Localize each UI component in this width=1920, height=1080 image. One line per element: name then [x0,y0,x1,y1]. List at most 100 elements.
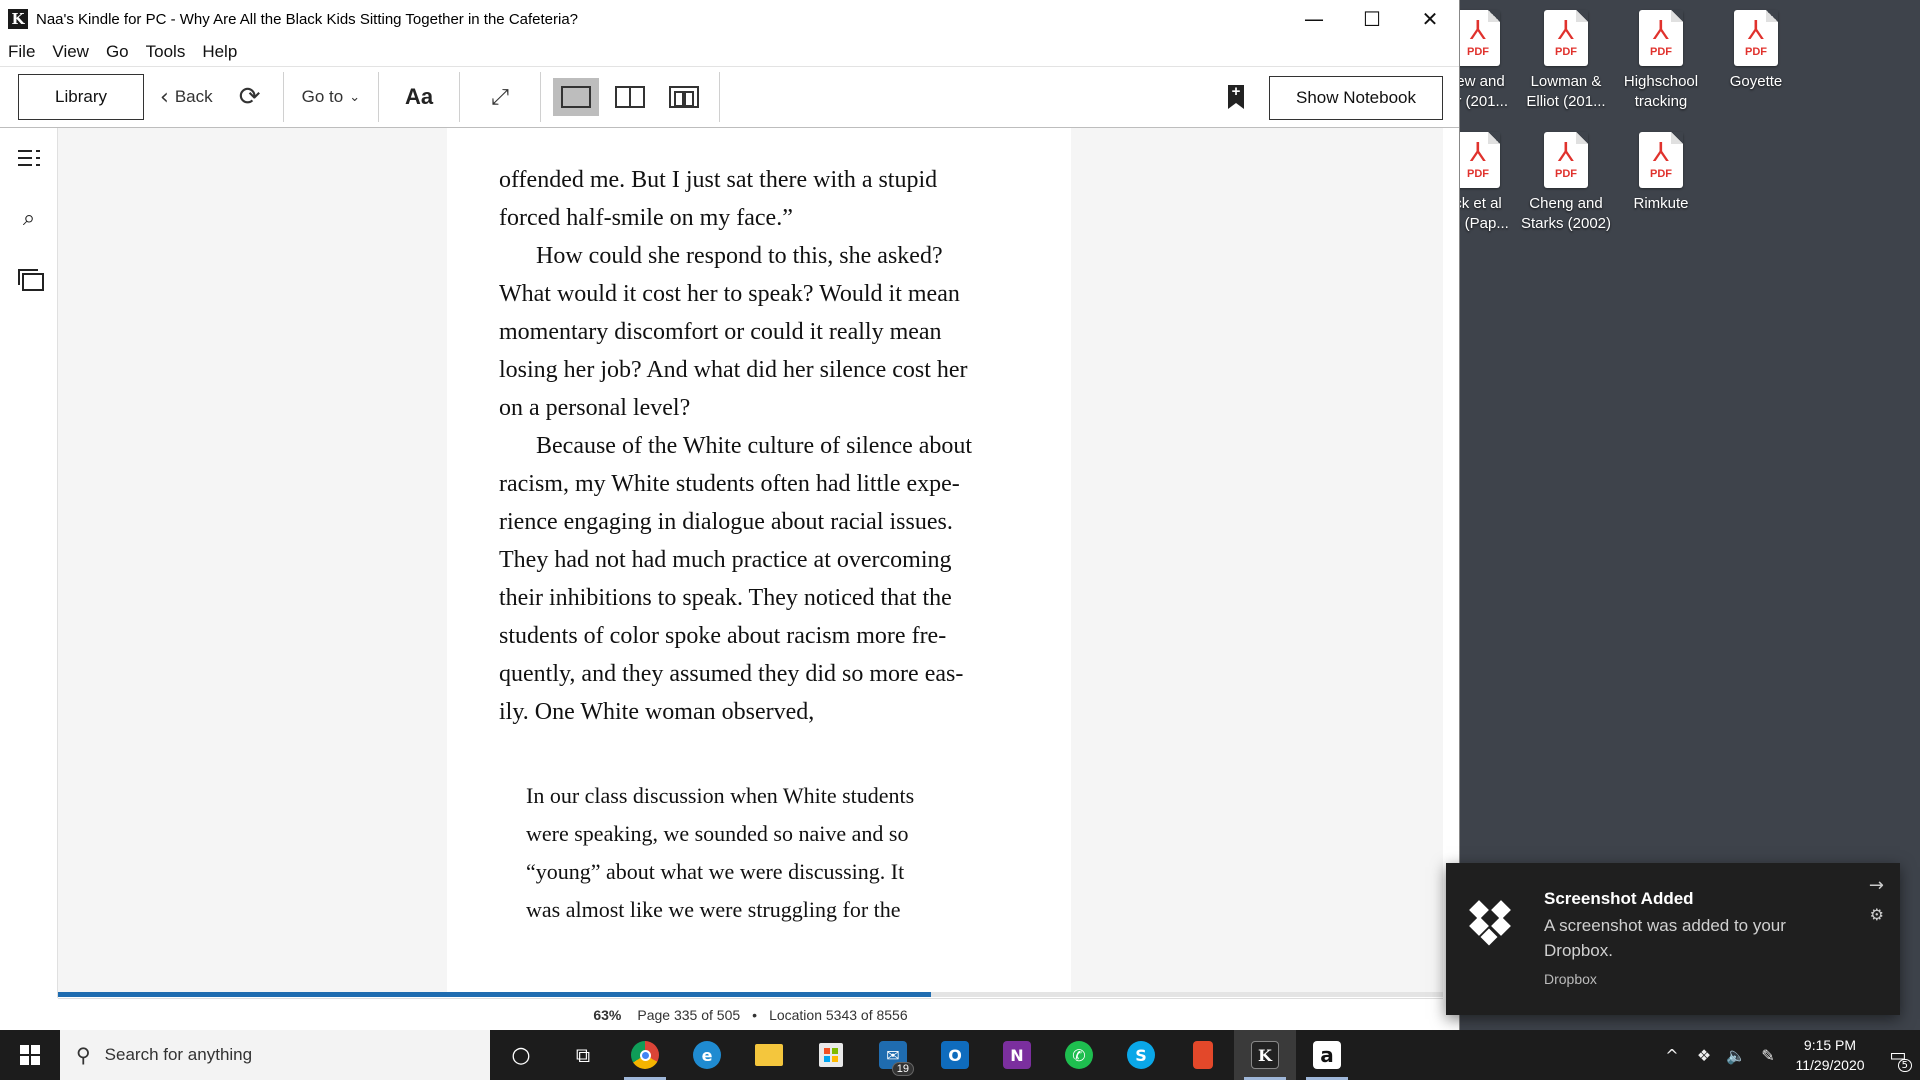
task-view-button[interactable]: ⧉ [552,1030,614,1080]
fullscreen-icon[interactable]: ⤢ [468,74,532,120]
maximize-button[interactable]: ☐ [1343,0,1401,38]
taskbar-app-edge[interactable]: e [676,1030,738,1080]
taskbar-app-whatsapp[interactable]: ✆ [1048,1030,1110,1080]
notification-title: Screenshot Added [1544,889,1694,908]
book-text-line: students of color spoke about racism mor… [499,623,947,649]
kindle-icon: K [1251,1041,1279,1069]
font-settings-button[interactable]: Aa [387,74,451,120]
desktop-icon-pdf[interactable]: ⅄ PDF Highschool tracking [1615,2,1707,112]
sync-icon[interactable]: ⟳ [225,74,275,120]
add-bookmark-button[interactable] [1225,83,1247,113]
skype-icon: S [1127,1041,1155,1069]
search-icon: ⚲ [76,1043,91,1067]
library-button[interactable]: Library [18,74,144,120]
taskbar-app-skype[interactable]: S [1110,1030,1172,1080]
status-bar: 63% Page 335 of 505 • Location 5343 of 8… [58,998,1443,1030]
gear-icon[interactable]: ⚙ [1870,905,1884,924]
taskbar-app-outlook[interactable]: O [924,1030,986,1080]
dropbox-tray-icon[interactable]: ❖ [1688,1046,1720,1065]
taskbar-app-mail[interactable]: ✉ 19 [862,1030,924,1080]
menu-go[interactable]: Go [106,42,129,62]
clock[interactable]: 9:15 PM 11/29/2020 [1784,1035,1876,1075]
show-notebook-button[interactable]: Show Notebook [1269,76,1443,120]
chevron-down-icon: ⌄ [349,89,361,105]
bookmark-icon [1228,85,1244,109]
book-text-line: How could she respond to this, she asked… [536,243,943,269]
menu-tools[interactable]: Tools [146,42,186,62]
pen-workspace-icon[interactable]: ✎ [1752,1046,1784,1065]
book-text-line: on a personal level? [499,395,691,421]
clock-time: 9:15 PM [1803,1037,1857,1053]
start-button[interactable] [0,1030,60,1080]
cortana-button[interactable]: ○ [490,1030,552,1080]
block-quote-line: were speaking, we sounded so naive and s… [526,821,909,846]
desktop-icon-pdf[interactable]: ⅄ PDF Cheng and Starks (2002) [1520,124,1612,234]
toolbar-divider [459,72,461,122]
dropbox-notification[interactable]: Screenshot Added A screenshot was added … [1446,863,1900,1015]
menu-view[interactable]: View [52,42,89,62]
kindle-window: K Naa's Kindle for PC - Why Are All the … [0,0,1460,1030]
flashcards-button[interactable] [0,248,58,308]
menu-file[interactable]: File [8,42,35,62]
pdf-file-icon: ⅄ PDF [1456,10,1500,66]
reading-progress-bar[interactable] [58,992,1443,997]
title-bar[interactable]: K Naa's Kindle for PC - Why Are All the … [0,0,1459,38]
close-button[interactable]: ✕ [1401,0,1459,38]
side-rail: ⌕ [0,128,58,998]
windows-logo-icon [20,1045,40,1065]
book-text-line: ily. One White woman observed, [499,699,815,725]
back-label: Back [174,87,213,106]
taskbar-app-office[interactable] [1172,1030,1234,1080]
desktop-icon-pdf[interactable]: ⅄ PDF Goyette [1710,2,1802,92]
block-quote-line: In our class discussion when White stude… [526,783,915,808]
book-page[interactable]: offended me. But I just sat there with a… [447,128,1071,992]
reading-progress-fill [58,992,931,997]
single-page-view-button[interactable] [553,78,600,116]
desktop-icon-label: Cheng and [1529,195,1603,212]
page-flip-icon [669,86,700,108]
search-icon: ⌕ [22,205,36,231]
back-button[interactable]: ‹ Back [156,74,225,120]
page-indicator[interactable]: Page 335 of 505 [637,1007,740,1023]
table-of-contents-button[interactable] [0,128,58,188]
action-center-button[interactable]: ▭ 5 [1876,1045,1920,1072]
pdf-file-icon: ⅄ PDF [1639,10,1683,66]
minimize-button[interactable]: — [1285,0,1343,38]
location-indicator[interactable]: Location 5343 of 8556 [769,1007,908,1023]
volume-icon[interactable]: 🔈 [1720,1046,1752,1065]
taskbar-app-chrome[interactable] [614,1030,676,1080]
book-text-line: What would it cost her to speak? Would i… [499,281,960,307]
search-button[interactable]: ⌕ [0,188,58,248]
book-text-line: They had not had much practice at overco… [499,547,952,573]
desktop-icon-pdf[interactable]: ⅄ PDF Lowman & Elliot (201... [1520,2,1612,112]
taskbar-app-store[interactable] [800,1030,862,1080]
notification-source: Dropbox [1544,971,1597,987]
book-text-line: forced half-smile on my face.” [499,205,793,231]
pdf-file-icon: ⅄ PDF [1734,10,1778,66]
window-title: Naa's Kindle for PC - Why Are All the Bl… [36,10,579,28]
task-view-icon: ⧉ [575,1043,591,1067]
taskbar-app-amazon[interactable]: a [1296,1030,1358,1080]
arrow-right-icon[interactable]: → [1869,875,1884,896]
toolbar-divider [378,72,380,122]
goto-button[interactable]: Go to ⌄ [292,74,371,120]
page-flip-view-button[interactable] [661,78,707,116]
book-text-line: losing her job? And what did her silence… [499,357,968,383]
toolbar: Library ‹ Back ⟳ Go to ⌄ Aa ⤢ Show Noteb… [0,66,1459,128]
pdf-file-icon: ⅄ PDF [1544,132,1588,188]
show-hidden-icons-button[interactable]: ^ [1656,1046,1688,1065]
flashcards-icon [18,269,44,291]
taskbar-search-input[interactable]: ⚲ Search for anything [60,1030,490,1080]
taskbar-app-kindle[interactable]: K [1234,1030,1296,1080]
menu-help[interactable]: Help [202,42,237,62]
desktop-icon-label: Starks (2002) [1520,215,1612,232]
taskbar-app-file-explorer[interactable] [738,1030,800,1080]
status-separator: • [752,1006,758,1023]
taskbar-app-onenote[interactable]: N [986,1030,1048,1080]
menu-bar: File View Go Tools Help [0,38,1459,66]
desktop-icon-label: Rimkute [1633,195,1689,212]
desktop-icon-pdf[interactable]: ⅄ PDF Rimkute [1615,124,1707,214]
clock-date: 11/29/2020 [1795,1057,1865,1073]
two-page-view-button[interactable] [607,78,653,116]
desktop-icon-label: tracking [1634,93,1688,110]
